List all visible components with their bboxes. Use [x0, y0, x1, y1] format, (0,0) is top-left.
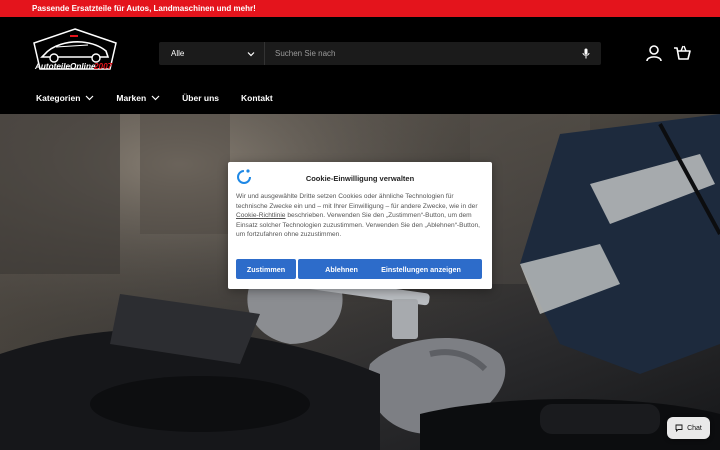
microphone-icon	[582, 48, 590, 59]
site-header: AutoteileOnline 2007 Alle Suchen Sie nac…	[0, 17, 720, 114]
cart-button[interactable]	[673, 44, 691, 62]
cart-icon	[674, 45, 691, 60]
account-button[interactable]	[645, 44, 663, 62]
cookie-policy-link[interactable]: Cookie-Richtlinie	[236, 212, 285, 219]
nav-item-kontakt[interactable]: Kontakt	[241, 93, 273, 103]
nav-item-marken[interactable]: Marken	[116, 93, 160, 103]
announcement-bar: Passende Ersatzteile für Autos, Landmasc…	[0, 0, 720, 17]
search-input[interactable]	[265, 42, 571, 65]
account-icon	[646, 45, 662, 62]
cookie-consent-dialog: Cookie-Einwilligung verwalten Wir und au…	[228, 162, 492, 289]
announcement-text: Passende Ersatzteile für Autos, Landmasc…	[32, 4, 256, 13]
logo-text-left: AutoteileOnline	[34, 62, 96, 71]
chat-label: Chat	[687, 424, 702, 432]
search-bar: Alle	[159, 42, 601, 65]
settings-button[interactable]: Einstellungen anzeigen	[360, 259, 482, 279]
chevron-down-icon	[85, 95, 94, 101]
cookie-text-part: Wir und ausgewählte Dritte setzen Cookie…	[236, 193, 478, 210]
search-category-value: Alle	[171, 49, 185, 58]
cookie-title: Cookie-Einwilligung verwalten	[305, 174, 415, 183]
nav-item-label: Marken	[116, 93, 147, 103]
logo-text-right: 2007	[93, 62, 113, 71]
voice-search-button[interactable]	[571, 42, 601, 65]
nav-item-label: Kategorien	[36, 93, 81, 103]
cookie-description: Wir und ausgewählte Dritte setzen Cookie…	[236, 192, 486, 240]
main-nav: Kategorien Marken Über uns Kontakt	[36, 93, 295, 103]
nav-item-ueber-uns[interactable]: Über uns	[182, 93, 219, 103]
nav-item-label: Über uns	[182, 93, 220, 103]
accept-button[interactable]: Zustimmen	[236, 259, 296, 279]
nav-item-label: Kontakt	[241, 93, 273, 103]
nav-item-kategorien[interactable]: Kategorien	[36, 93, 94, 103]
site-logo[interactable]: AutoteileOnline 2007	[30, 27, 120, 77]
chevron-down-icon	[151, 95, 160, 101]
chat-button[interactable]: Chat	[667, 417, 710, 439]
chat-bubble-icon	[675, 424, 683, 432]
logo-car-icon: AutoteileOnline 2007	[33, 28, 117, 71]
search-category-select[interactable]: Alle	[159, 42, 265, 65]
chevron-down-icon	[247, 51, 255, 56]
